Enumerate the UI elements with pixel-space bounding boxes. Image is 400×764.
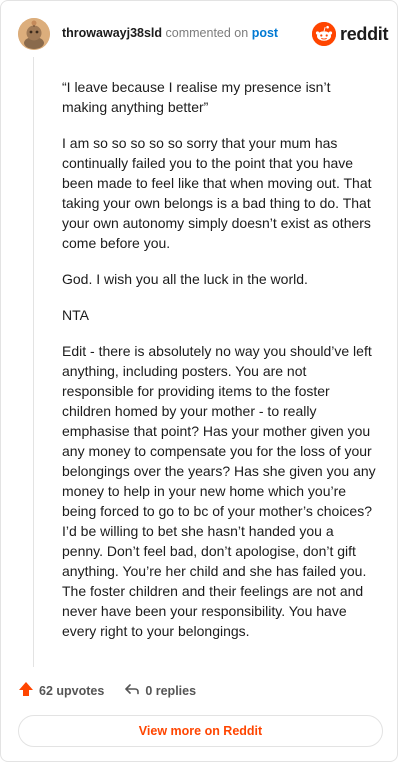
comment-paragraph: Edit - there is absolutely no way you sh… — [62, 343, 376, 639]
comment-body: “I leave because I realise my presence i… — [62, 77, 378, 657]
reply-count: 0 replies — [145, 683, 197, 698]
post-link[interactable]: post — [252, 26, 278, 40]
username[interactable]: throwawayj38sld — [62, 26, 162, 40]
upvote-arrow-icon — [18, 681, 34, 700]
thread-line — [33, 57, 34, 667]
comment-header: throwawayj38sld commented on post — [62, 25, 278, 41]
reply-button[interactable]: 0 replies — [124, 681, 196, 700]
reddit-wordmark: reddit — [340, 23, 389, 44]
comment-footer: 62 upvotes 0 replies — [18, 681, 196, 700]
upvote-button[interactable]: 62 upvotes — [18, 681, 104, 700]
comment-paragraph: NTA — [62, 307, 89, 323]
reddit-brand[interactable]: reddit — [312, 22, 389, 46]
comment-paragraph: I am so so so so so sorry that your mum … — [62, 135, 372, 251]
reply-arrow-icon — [124, 681, 140, 700]
upvote-count: 62 upvotes — [39, 683, 105, 698]
reddit-logo-icon — [312, 22, 336, 46]
view-more-on-reddit-button[interactable]: View more on Reddit — [18, 715, 383, 747]
comment-paragraph: God. I wish you all the luck in the worl… — [62, 271, 308, 287]
comment-paragraph: “I leave because I realise my presence i… — [62, 79, 331, 115]
comment-embed-card: throwawayj38sld commented on post reddit… — [0, 0, 398, 762]
commented-on-label: commented on — [165, 26, 249, 40]
avatar-icon[interactable] — [18, 18, 50, 50]
